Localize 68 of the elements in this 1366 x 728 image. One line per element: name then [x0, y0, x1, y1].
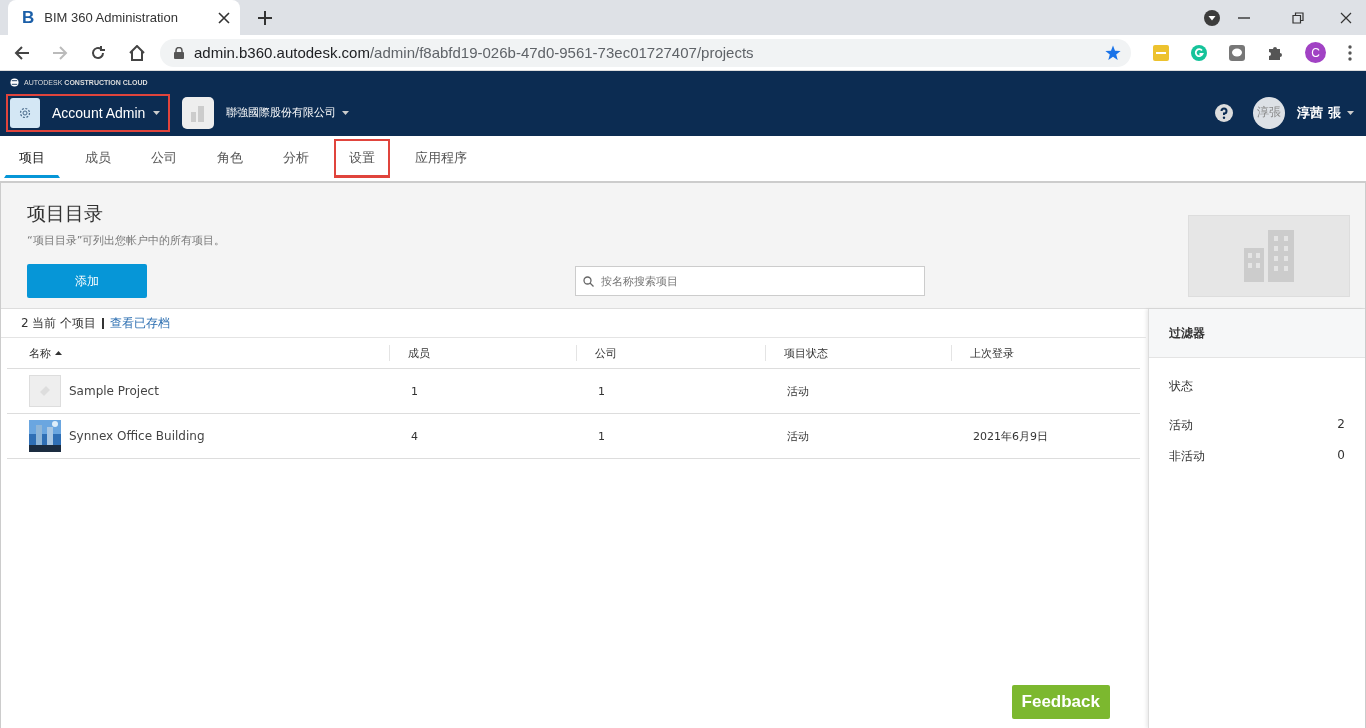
module-selector[interactable]: Account Admin	[6, 93, 171, 132]
column-header[interactable]: 上次登录	[970, 345, 1014, 361]
nav-tab[interactable]: 成员	[70, 139, 126, 178]
filter-option[interactable]: 活动	[1169, 417, 1193, 434]
new-tab-icon[interactable]	[258, 10, 272, 25]
user-menu[interactable]: 淳茜 張	[1297, 103, 1354, 122]
reload-icon[interactable]	[90, 44, 106, 61]
account-selector[interactable]: 聯強國際股份有限公司	[226, 105, 350, 120]
table-cell: 1	[598, 384, 605, 398]
search-icon	[583, 276, 594, 287]
lock-icon	[174, 46, 184, 59]
close-icon[interactable]	[1340, 11, 1352, 24]
column-header[interactable]: 成员	[408, 345, 430, 361]
back-icon[interactable]	[14, 44, 30, 61]
table-cell: 2021年6月9日	[973, 428, 1048, 444]
project-thumbnail-icon	[29, 375, 61, 407]
nav-tab[interactable]: 项目	[4, 139, 60, 178]
site-logo: B	[22, 7, 35, 28]
search-field[interactable]: 按名称搜索项目	[575, 266, 925, 296]
caret-icon	[153, 110, 161, 115]
column-header[interactable]: 公司	[595, 345, 617, 361]
nav-tab[interactable]: 应用程序	[400, 139, 482, 178]
page-title: 项目目录	[27, 201, 104, 226]
profile-avatar[interactable]: C	[1305, 42, 1326, 63]
nav-tab[interactable]: 分析	[268, 139, 324, 178]
project-name[interactable]: Sample Project	[69, 384, 159, 398]
nav-tab[interactable]: 公司	[136, 139, 192, 178]
module-name: Account Admin	[52, 104, 146, 121]
puzzle-icon[interactable]	[1267, 44, 1283, 61]
tab-title: BIM 360 Administration	[44, 10, 179, 25]
filter-option[interactable]: 非活动	[1169, 448, 1205, 465]
media-icon[interactable]	[1204, 9, 1220, 26]
browser-tab[interactable]: B BIM 360 Administration	[8, 0, 240, 35]
caret-icon	[342, 110, 350, 115]
caret-icon	[1347, 110, 1354, 115]
globe-icon	[10, 77, 19, 87]
column-header[interactable]: 名称	[29, 345, 51, 361]
column-header[interactable]: 项目状态	[784, 345, 828, 361]
page-description: “项目目录”可列出您帐户中的所有项目。	[27, 233, 227, 248]
chat-bubble-icon[interactable]	[1229, 44, 1245, 61]
project-name[interactable]: Synnex Office Building	[69, 429, 205, 443]
project-count: 2 当前 个项目	[21, 314, 97, 332]
address-bar[interactable]: admin.b360.autodesk.com/admin/f8abfd19-026b-47d0-9561-73ec01727407/projects	[160, 38, 1131, 67]
url-text: admin.b360.autodesk.com/admin/f8abfd19-026b-47d0-9561-73ec01727407/projects	[194, 44, 754, 61]
table-cell: 1	[598, 429, 605, 443]
filter-count: 0	[1337, 448, 1345, 464]
table-cell: 1	[411, 384, 418, 398]
home-icon[interactable]	[128, 44, 146, 61]
more-icon[interactable]	[1348, 44, 1352, 61]
filter-title: 过滤器	[1169, 324, 1205, 342]
close-icon[interactable]	[218, 11, 230, 24]
filter-count: 2	[1337, 417, 1345, 433]
gear-icon	[10, 97, 40, 128]
filter-section-title: 状态	[1169, 378, 1194, 395]
table-cell: 活动	[787, 428, 809, 444]
minimize-icon[interactable]	[1238, 16, 1250, 19]
separator-bar	[102, 317, 104, 329]
table-cell: 4	[411, 429, 418, 443]
archive-link[interactable]: 查看已存档	[109, 314, 170, 332]
sort-up-icon[interactable]	[55, 351, 62, 355]
restore-icon[interactable]	[1292, 11, 1304, 24]
star-icon[interactable]	[1105, 44, 1121, 61]
nav-tab[interactable]: 设置	[334, 139, 390, 178]
nav-tab[interactable]: 角色	[202, 139, 258, 178]
building-icon	[1188, 215, 1350, 297]
table-cell: 活动	[787, 383, 809, 399]
building-icon	[182, 96, 215, 129]
help-icon[interactable]	[1215, 103, 1234, 122]
